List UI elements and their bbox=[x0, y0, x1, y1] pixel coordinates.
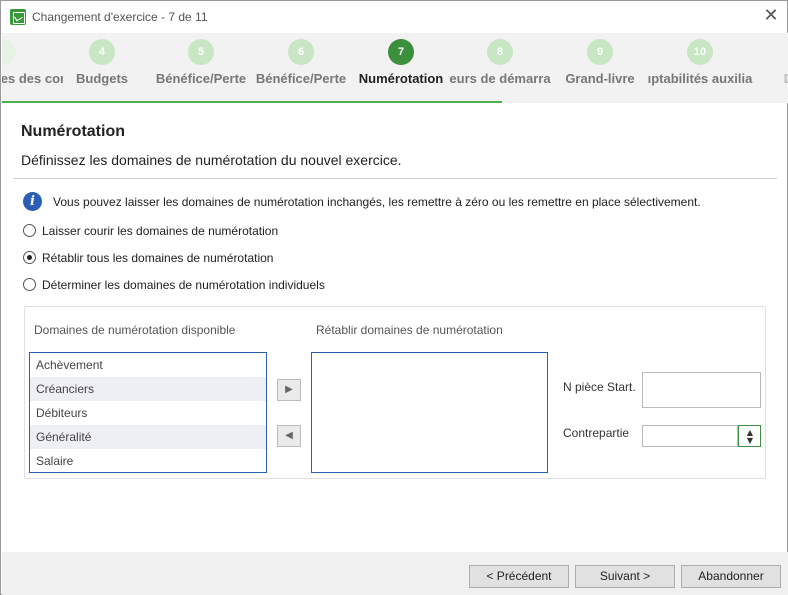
step-9[interactable]: 9 Grand-livre bbox=[545, 33, 655, 103]
step-5[interactable]: 5 Bénéfice/Perte bbox=[146, 33, 256, 103]
step-7-active[interactable]: 7 Numérotation bbox=[346, 33, 456, 103]
available-label: Domaines de numérotation disponible bbox=[34, 323, 236, 337]
list-item[interactable]: Débiteurs bbox=[30, 401, 266, 425]
title-bar: Changement d'exercice - 7 de 11 ✕ bbox=[1, 1, 787, 33]
radio-button[interactable] bbox=[23, 278, 36, 291]
progress-line bbox=[2, 101, 502, 103]
step-8[interactable]: 8 eurs de démarra bbox=[445, 33, 555, 103]
list-item[interactable]: Achèvement bbox=[30, 353, 266, 377]
chevron-down-icon[interactable]: ▼ bbox=[745, 437, 755, 445]
page-title: Numérotation bbox=[21, 123, 125, 140]
step-number bbox=[2, 39, 16, 65]
step-label: De bbox=[732, 71, 788, 86]
list-item[interactable]: Créanciers bbox=[30, 377, 266, 401]
wizard-steps: de données des compt 4 Budgets 5 Bénéfic… bbox=[2, 33, 788, 103]
step-6[interactable]: 6 Bénéfice/Perte bbox=[246, 33, 356, 103]
previous-button[interactable]: < Précédent bbox=[469, 565, 569, 588]
move-right-button[interactable]: ▶ bbox=[277, 379, 301, 401]
next-button[interactable]: Suivant > bbox=[575, 565, 675, 588]
radio-label[interactable]: Rétablir tous les domaines de numérotati… bbox=[42, 251, 273, 265]
step-number: 7 bbox=[388, 39, 414, 65]
start-label: N pièce Start. bbox=[563, 380, 636, 394]
arrow-left-icon: ◀ bbox=[285, 430, 293, 441]
step-number: 8 bbox=[487, 39, 513, 65]
list-item[interactable]: Généralité bbox=[30, 425, 266, 449]
step-4[interactable]: 4 Budgets bbox=[47, 33, 157, 103]
close-icon[interactable]: ✕ bbox=[761, 5, 781, 27]
restore-label: Rétablir domaines de numérotation bbox=[316, 323, 503, 337]
step-number: 6 bbox=[288, 39, 314, 65]
step-number: 5 bbox=[188, 39, 214, 65]
info-icon: i bbox=[23, 192, 42, 211]
app-chart-icon bbox=[10, 9, 26, 25]
counter-field[interactable] bbox=[642, 425, 738, 447]
step-11[interactable]: De bbox=[737, 33, 788, 103]
radio-label[interactable]: Laisser courir les domaines de numérotat… bbox=[42, 224, 278, 238]
move-left-button[interactable]: ◀ bbox=[277, 425, 301, 447]
list-item[interactable]: Salaire bbox=[30, 449, 266, 473]
window-title: Changement d'exercice - 7 de 11 bbox=[32, 10, 208, 24]
cancel-button[interactable]: Abandonner bbox=[681, 565, 781, 588]
divider bbox=[13, 178, 777, 179]
step-number: 4 bbox=[89, 39, 115, 65]
page-subtitle: Définissez les domaines de numérotation … bbox=[21, 152, 402, 168]
wizard-window: Changement d'exercice - 7 de 11 ✕ de don… bbox=[0, 0, 788, 595]
radio-button-checked[interactable] bbox=[23, 251, 36, 264]
available-list[interactable]: Achèvement Créanciers Débiteurs Générali… bbox=[29, 352, 267, 473]
step-number: 9 bbox=[587, 39, 613, 65]
restore-list[interactable] bbox=[311, 352, 548, 473]
radio-label[interactable]: Déterminer les domaines de numérotation … bbox=[42, 278, 325, 292]
step-number: 10 bbox=[687, 39, 713, 65]
start-field[interactable] bbox=[642, 372, 761, 408]
counter-spinner[interactable]: ▲ ▼ bbox=[738, 425, 761, 447]
info-text: Vous pouvez laisser les domaines de numé… bbox=[53, 195, 701, 209]
radio-button[interactable] bbox=[23, 224, 36, 237]
arrow-right-icon: ▶ bbox=[285, 384, 293, 395]
counter-label: Contrepartie bbox=[563, 426, 630, 440]
